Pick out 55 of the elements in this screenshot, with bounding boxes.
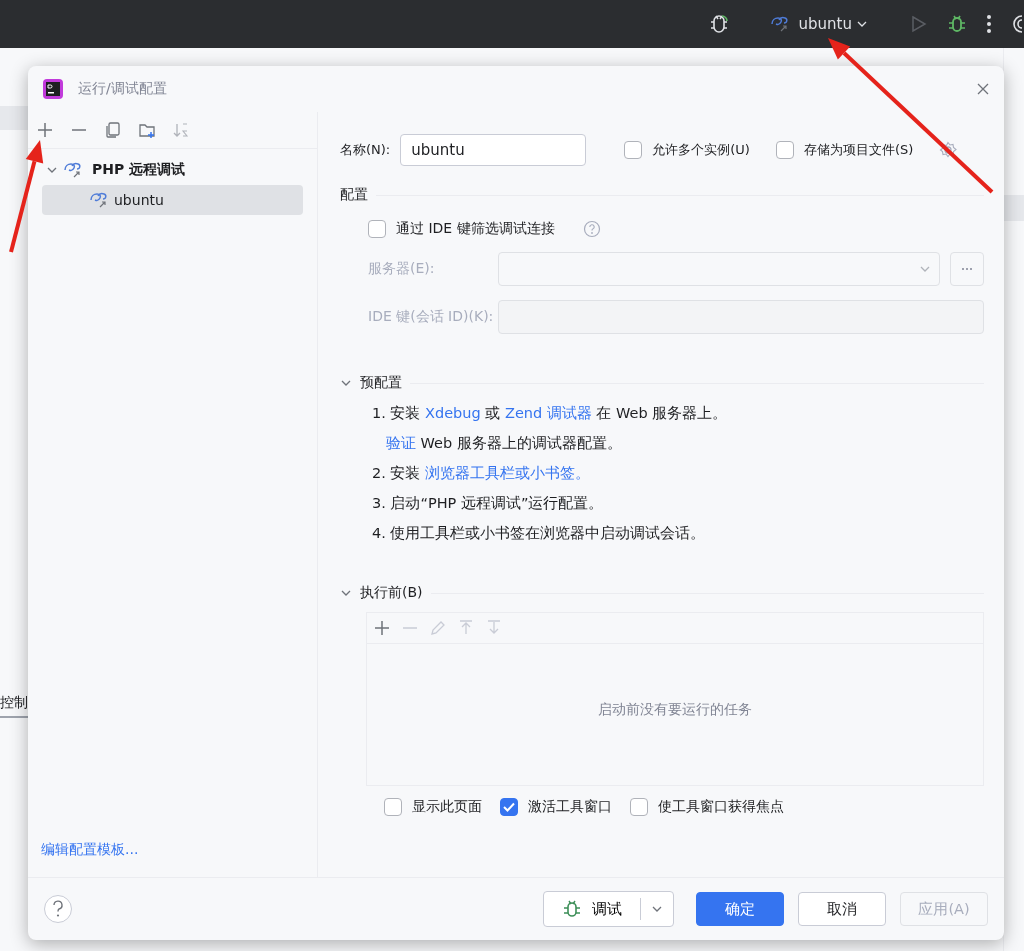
- section-title: 配置: [340, 186, 368, 204]
- checkbox-label: 通过 IDE 键筛选调试连接: [396, 220, 555, 238]
- run-configuration-selector[interactable]: ubuntu: [762, 11, 876, 37]
- checkbox[interactable]: [500, 798, 518, 816]
- checkbox[interactable]: [384, 798, 402, 816]
- link[interactable]: 验证: [386, 434, 416, 451]
- list-row-highlight: [0, 106, 28, 130]
- add-icon[interactable]: [36, 121, 54, 139]
- empty-message: 启动前没有要运行的任务: [598, 700, 752, 719]
- field-label: 名称(N):: [340, 141, 391, 159]
- dialog-title: 运行/调试配置: [78, 80, 167, 98]
- instruction-text: 3. 启动“PHP 远程调试”运行配置。: [372, 493, 604, 513]
- list-row-highlight: [1004, 195, 1024, 221]
- gear-icon[interactable]: [939, 141, 958, 159]
- sort-icon[interactable]: [172, 121, 190, 139]
- instruction-text: 4. 使用工具栏或小书签在浏览器中启动调试会话。: [372, 523, 706, 543]
- checkbox-label: 存储为项目文件(S): [803, 141, 914, 159]
- checkbox-label: 允许多个实例(U): [652, 141, 750, 159]
- checkbox[interactable]: [624, 141, 643, 159]
- question-mark-icon: [51, 900, 65, 918]
- help-button[interactable]: [44, 895, 72, 923]
- checkbox[interactable]: [368, 220, 386, 238]
- tree-item[interactable]: PHP 远程调试: [42, 155, 303, 185]
- link[interactable]: Xdebug: [425, 404, 481, 421]
- checkbox-label: 使工具窗口获得焦点: [658, 798, 784, 816]
- section-title: 预配置: [360, 374, 402, 392]
- pencil-icon[interactable]: [429, 619, 447, 637]
- ellipsis-icon: [961, 267, 973, 271]
- debug-icon[interactable]: [946, 13, 968, 35]
- link[interactable]: Zend 调试器: [504, 404, 592, 421]
- dialog-button[interactable]: 取消: [798, 892, 886, 926]
- more-icon[interactable]: [986, 14, 992, 34]
- name-input[interactable]: ubuntu: [400, 134, 587, 166]
- ok-button[interactable]: 确定: [696, 892, 784, 926]
- link[interactable]: 浏览器工具栏或小书签。: [425, 464, 591, 481]
- add-icon[interactable]: [373, 619, 391, 637]
- checkbox[interactable]: [630, 798, 648, 816]
- copy-icon[interactable]: [104, 121, 122, 139]
- edit-templates-link[interactable]: 编辑配置模板...: [28, 841, 317, 877]
- tree-item[interactable]: ubuntu: [42, 185, 303, 215]
- checkbox[interactable]: [775, 141, 794, 159]
- checkbox-label: 显示此页面: [412, 798, 482, 816]
- field-label: 服务器(E):: [368, 260, 436, 278]
- instruction-text: 1. 安装 Xdebug 或 Zend 调试器 在 Web 服务器上。: [372, 403, 728, 423]
- bug-icon: [562, 899, 582, 919]
- section-title: 执行前(B): [360, 584, 423, 602]
- field-label: IDE 键(会话 ID)(K):: [368, 308, 495, 326]
- help-icon[interactable]: [582, 220, 601, 238]
- checkbox-label: 激活工具窗口: [528, 798, 612, 816]
- close-icon[interactable]: [976, 82, 990, 96]
- instruction-text: 2. 安装 浏览器工具栏或小书签。: [372, 463, 591, 483]
- app-logo-icon: [42, 78, 64, 100]
- folder-plus-icon[interactable]: [138, 121, 156, 139]
- move-up-icon[interactable]: [457, 619, 475, 637]
- instruction-text: 验证 Web 服务器上的调试器配置。: [386, 433, 622, 453]
